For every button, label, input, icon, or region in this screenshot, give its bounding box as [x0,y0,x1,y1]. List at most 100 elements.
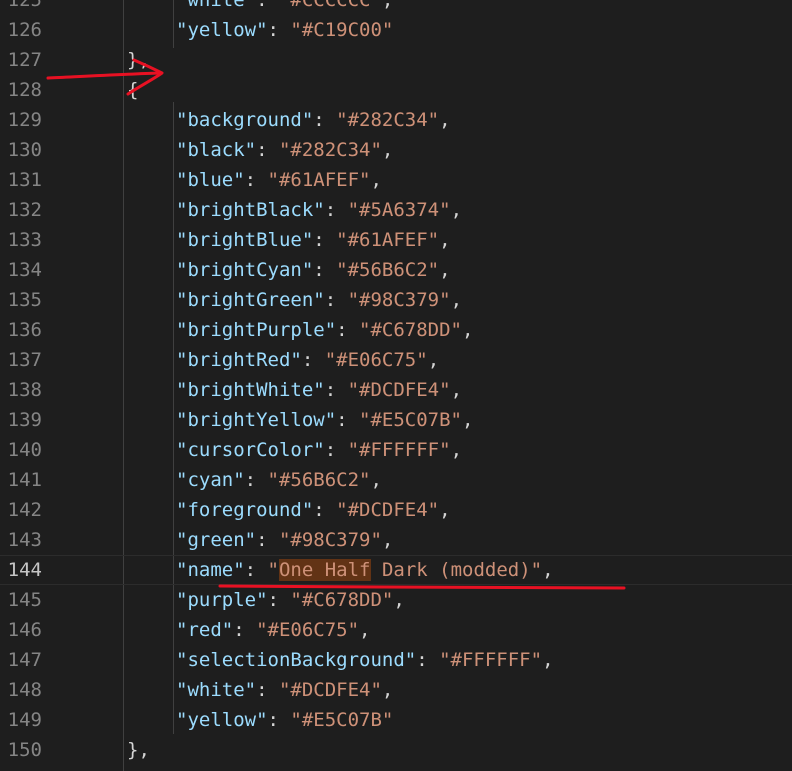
code-token: : [256,679,279,701]
code-line[interactable]: 126 "yellow": "#C19C00" [0,15,792,45]
code-text: "brightGreen": "#98C379", [176,285,462,315]
code-text: "green": "#98C379", [176,525,393,555]
code-token: : [244,469,268,491]
code-token: "#DCDFE4" [336,499,440,521]
code-text: "name": "One Half Dark (modded)", [176,555,554,585]
code-token: "green" [176,529,257,551]
code-line[interactable]: 134 "brightCyan": "#56B6C2", [0,255,792,285]
code-line[interactable]: 136 "brightPurple": "#C678DD", [0,315,792,345]
code-token: , [462,409,474,431]
code-text: "brightRed": "#E06C75", [176,345,439,375]
code-line[interactable]: 137 "brightRed": "#E06C75", [0,345,792,375]
code-line[interactable]: 133 "brightBlue": "#61AFEF", [0,225,792,255]
code-token: , [462,319,474,341]
code-line[interactable]: 132 "brightBlack": "#5A6374", [0,195,792,225]
code-line[interactable]: 148 "white": "#DCDFE4", [0,675,792,705]
code-line[interactable]: 144 "name": "One Half Dark (modded)", [0,555,792,585]
code-text: { [127,75,138,105]
code-line[interactable]: 143 "green": "#98C379", [0,525,792,555]
code-line[interactable]: 128 { [0,75,792,105]
code-token: , [450,289,463,311]
code-token: : [301,349,325,371]
code-token: , [439,499,451,521]
code-text: "yellow": "#E5C07B" [176,705,393,735]
line-number: 128 [7,79,42,101]
code-line[interactable]: 130 "black": "#282C34", [0,135,792,165]
code-line[interactable]: { [0,765,792,771]
code-text: { [127,765,138,771]
code-token: , [393,589,405,611]
code-token: : [256,0,279,11]
code-line[interactable]: 131 "blue": "#61AFEF", [0,165,792,195]
code-token: , [439,109,451,131]
code-text: "cyan": "#56B6C2", [176,465,382,495]
code-line[interactable]: 147 "selectionBackground": "#FFFFFF", [0,645,792,675]
code-token: : [324,289,348,311]
line-number: 133 [7,229,42,251]
line-number: 138 [7,379,42,401]
code-token: "#98C379" [278,529,382,551]
code-line[interactable]: 138 "brightWhite": "#DCDFE4", [0,375,792,405]
code-token: "yellow" [176,19,268,41]
code-text: }, [127,735,150,765]
code-text: "selectionBackground": "#FFFFFF", [176,645,554,675]
code-token: "blue" [176,169,245,191]
line-number: 148 [7,679,42,701]
code-line[interactable]: 135 "brightGreen": "#98C379", [0,285,792,315]
code-token: , [381,0,394,11]
code-line[interactable]: 141 "cyan": "#56B6C2", [0,465,792,495]
code-token: "purple" [176,589,268,611]
code-line[interactable]: 129 "background": "#282C34", [0,105,792,135]
code-line[interactable]: 125 "white": "#CCCCCC", [0,0,792,15]
code-token: : [267,709,291,731]
line-number: 150 [7,739,42,761]
code-token: , [381,529,394,551]
code-token: "#E5C07B" [359,409,462,431]
line-number: 145 [7,589,42,611]
code-line[interactable]: 140 "cursorColor": "#FFFFFF", [0,435,792,465]
code-token: "#DCDFE4" [347,379,451,401]
code-token: : [244,559,268,581]
code-token: , [542,559,554,581]
code-token: "brightCyan" [176,259,314,281]
code-token: "#DCDFE4" [278,679,382,701]
code-line[interactable]: 146 "red": "#E06C75", [0,615,792,645]
code-token: "#56B6C2" [336,259,440,281]
code-text: "background": "#282C34", [176,105,451,135]
code-token: : [324,439,348,461]
code-token: "selectionBackground" [176,649,417,671]
line-number: 141 [7,469,42,491]
code-token: "name" [176,559,245,581]
line-number: 131 [7,169,42,191]
code-token: : [324,199,348,221]
code-token: , [450,439,463,461]
code-token: : [267,19,291,41]
code-line[interactable]: 139 "brightYellow": "#E5C07B", [0,405,792,435]
code-token: "brightWhite" [176,379,325,401]
code-token: "foreground" [176,499,314,521]
code-line[interactable]: 150}, [0,735,792,765]
code-token: "background" [176,109,314,131]
code-token: "yellow" [176,709,268,731]
line-number: 137 [7,349,42,371]
code-editor[interactable]: 125 "white": "#CCCCCC", 126 "yellow": "#C19… [0,0,792,771]
code-text: "brightCyan": "#56B6C2", [176,255,451,285]
code-line[interactable]: 142 "foreground": "#DCDFE4", [0,495,792,525]
line-number: 132 [7,199,42,221]
code-token: : [233,619,257,641]
code-text: "white": "#CCCCCC", [176,0,393,15]
code-token: "#C678DD" [359,319,462,341]
code-token: }, [127,739,150,761]
line-number: 140 [7,439,42,461]
code-token: , [359,619,371,641]
find-match-highlight: One Half [278,559,371,581]
code-line[interactable]: 127}, [0,45,792,75]
code-text: "foreground": "#DCDFE4", [176,495,451,525]
code-token: "#5A6374" [347,199,451,221]
code-line[interactable]: 145 "purple": "#C678DD", [0,585,792,615]
code-token: "cursorColor" [176,439,325,461]
code-token: "#56B6C2" [267,469,371,491]
line-number: 130 [7,139,42,161]
code-line[interactable]: 149 "yellow": "#E5C07B" [0,705,792,735]
code-token: "#C678DD" [290,589,394,611]
